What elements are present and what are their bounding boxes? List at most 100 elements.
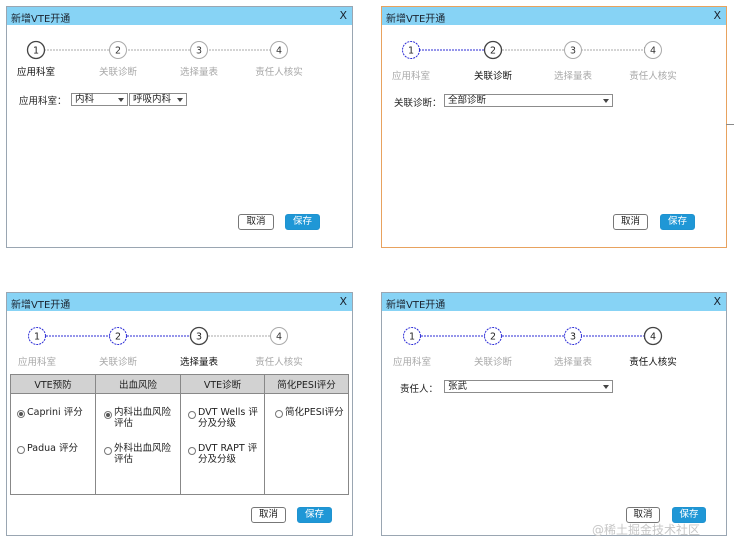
step-label-dept: 应用科室	[17, 357, 56, 368]
watermark: @稀土掘金技术社区	[592, 523, 701, 537]
owner-select[interactable]: 张武	[444, 380, 613, 393]
dept-subcategory-select[interactable]: 呼吸内科	[129, 93, 187, 106]
vte-dialog-step3: 新增VTE开通 X 1 2 3 4 应用科室 关联诊断 选择量表 责任人核实 V…	[6, 292, 353, 536]
step-circle-2: 2	[484, 327, 502, 345]
option-label: 内科出血风险评估	[114, 407, 172, 429]
divider	[726, 124, 734, 125]
step-circle-4: 4	[643, 326, 663, 346]
dept-category-select[interactable]: 内科	[71, 93, 128, 106]
select-value: 张武	[448, 381, 468, 392]
step-label-dept: 应用科室	[392, 357, 431, 368]
cancel-button[interactable]: 取消	[613, 214, 648, 230]
option-label: 简化PESI评分	[285, 407, 344, 418]
dropdown-arrow-icon	[603, 385, 609, 389]
option-label: DVT RAPT 评分及分级	[198, 443, 258, 465]
option-label: 外科出血风险评估	[114, 443, 172, 465]
step-circle-1: 1	[28, 327, 46, 345]
step-circle-3: 3	[190, 41, 208, 59]
step-label-dept: 应用科室	[16, 67, 55, 78]
option-label: Padua 评分	[27, 443, 79, 454]
step-label-diagnosis: 关联诊断	[473, 357, 512, 368]
step-label-diagnosis: 关联诊断	[98, 67, 137, 78]
step-number: 1	[34, 332, 40, 343]
radio-icon[interactable]	[188, 411, 196, 419]
select-value: 内科	[75, 94, 95, 105]
col-vte-prevention: Caprini 评分 Padua 评分	[10, 393, 96, 495]
radio-icon[interactable]	[188, 447, 196, 455]
dropdown-arrow-icon	[118, 98, 124, 102]
step-number: 4	[276, 46, 282, 57]
step-circle-1: 1	[26, 40, 46, 60]
step-label-verify: 责任人核实	[629, 71, 677, 82]
step-label-diagnosis: 关联诊断	[98, 357, 137, 368]
dropdown-arrow-icon	[603, 99, 609, 103]
vte-dialog-step2: 新增VTE开通 X 1 2 3 4 应用科室 关联诊断 选择量表 责任人核实 关…	[381, 6, 727, 248]
step-circle-3: 3	[189, 326, 209, 346]
stepper: 1 2 3 4	[26, 40, 288, 60]
col-vte-diagnosis: DVT Wells 评分及分级 DVT RAPT 评分及分级	[180, 393, 265, 495]
step-circle-2: 2	[109, 41, 127, 59]
owner-label: 责任人：	[400, 384, 439, 395]
step-circle-3: 3	[564, 327, 582, 345]
radio-icon[interactable]	[17, 446, 25, 454]
dropdown-arrow-icon	[177, 98, 183, 102]
step-circle-4: 4	[270, 327, 288, 345]
step-circle-1: 1	[403, 327, 421, 345]
step-label-verify: 责任人核实	[255, 357, 303, 368]
radio-icon[interactable]	[275, 410, 283, 418]
step-circle-2: 2	[483, 40, 503, 60]
step-number: 4	[650, 332, 656, 343]
step-circle-2: 2	[109, 327, 127, 345]
step-label-scale: 选择量表	[553, 357, 592, 368]
stepper: 1 2 3 4	[402, 40, 662, 60]
col-bleeding-risk: 内科出血风险评估 外科出血风险评估	[95, 393, 181, 495]
header-vte-diagnosis: VTE诊断	[180, 374, 265, 394]
cancel-button[interactable]: 取消	[251, 507, 286, 523]
step-number: 4	[276, 332, 282, 343]
diagnosis-label: 关联诊断：	[394, 98, 442, 109]
vte-dialog-step1: 新增VTE开通 X 1 2 3 4 应用科室 关联诊断 选择量表 责任人核实 应…	[6, 6, 353, 248]
step-circle-4: 4	[270, 41, 288, 59]
step-number: 2	[490, 46, 496, 57]
step-number: 2	[115, 46, 121, 57]
step-label-scale: 选择量表	[179, 357, 218, 368]
step-label-scale: 选择量表	[179, 67, 218, 78]
save-button[interactable]: 保存	[285, 214, 320, 230]
scale-table: VTE预防 出血风险 VTE诊断 简化PESI评分 Caprini 评分 Pad…	[10, 374, 349, 495]
step-label-verify: 责任人核实	[629, 357, 677, 368]
option-label: DVT Wells 评分及分级	[198, 407, 258, 429]
step-circle-1: 1	[402, 41, 420, 59]
step-number: 3	[196, 332, 202, 343]
radio-icon[interactable]	[104, 447, 112, 455]
step-circle-4: 4	[644, 41, 662, 59]
select-value: 呼吸内科	[133, 94, 172, 105]
vte-dialog-step4: 新增VTE开通 X 1 2 3 4 应用科室 关联诊断 选择量表 责任人核实 责…	[381, 292, 727, 536]
option-label: Caprini 评分	[27, 407, 83, 418]
step-number: 1	[33, 46, 39, 57]
step-number: 3	[570, 332, 576, 343]
step-number: 2	[490, 332, 496, 343]
step-label-verify: 责任人核实	[255, 67, 303, 78]
step-label-dept: 应用科室	[391, 71, 430, 82]
radio-selected-icon[interactable]	[104, 411, 112, 419]
step-number: 1	[409, 332, 415, 343]
step-label-diagnosis: 关联诊断	[473, 71, 512, 82]
header-vte-prevention: VTE预防	[10, 374, 96, 394]
step-number: 1	[408, 46, 414, 57]
step-number: 3	[570, 46, 576, 57]
header-bleeding-risk: 出血风险	[95, 374, 181, 394]
select-value: 全部诊断	[448, 95, 487, 106]
diagnosis-select[interactable]: 全部诊断	[444, 94, 613, 107]
cancel-button[interactable]: 取消	[238, 214, 274, 230]
step-label-scale: 选择量表	[553, 71, 592, 82]
radio-selected-icon[interactable]	[17, 410, 25, 418]
step-number: 3	[196, 46, 202, 57]
stepper: 1 2 3 4	[403, 326, 663, 346]
dept-label: 应用科室：	[19, 96, 67, 107]
step-number: 2	[115, 332, 121, 343]
stepper: 1 2 3 4	[28, 326, 288, 346]
col-pesi: 简化PESI评分	[264, 393, 349, 495]
save-button[interactable]: 保存	[297, 507, 332, 523]
save-button[interactable]: 保存	[660, 214, 695, 230]
step-number: 4	[650, 46, 656, 57]
